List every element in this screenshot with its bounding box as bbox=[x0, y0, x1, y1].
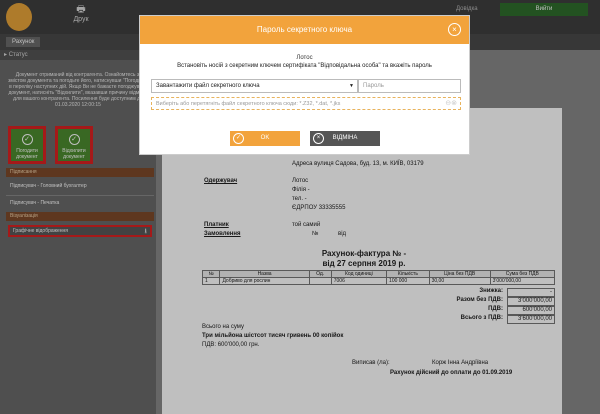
key-source-value: Завантажити файл секретного ключа bbox=[156, 83, 260, 89]
dialog-title: Пароль секретного ключа bbox=[256, 25, 353, 34]
chevron-down-icon: ▼ bbox=[349, 83, 354, 89]
cancel-label: ВІДМІНА bbox=[332, 135, 358, 141]
file-hint: Виберіть або перетягніть файл секретного… bbox=[156, 101, 341, 107]
cancel-button[interactable]: × ВІДМІНА bbox=[310, 131, 380, 146]
key-password-dialog: Пароль секретного ключа × Лотос Встанові… bbox=[139, 15, 470, 155]
ok-button[interactable]: ✓ OK bbox=[230, 131, 300, 146]
dialog-instruction: Встановіть носій з секретним ключем серт… bbox=[177, 63, 432, 69]
check-icon: ✓ bbox=[233, 133, 244, 144]
ok-label: OK bbox=[260, 135, 270, 141]
password-input[interactable]: Пароль bbox=[358, 79, 461, 93]
dialog-header: Пароль секретного ключа × bbox=[140, 16, 469, 44]
key-source-select[interactable]: Завантажити файл секретного ключа ▼ bbox=[151, 79, 358, 93]
close-icon: × bbox=[313, 133, 324, 144]
key-file-dropzone[interactable]: Виберіть або перетягніть файл секретного… bbox=[151, 97, 461, 110]
file-actions-icon: ⊖⊗ bbox=[445, 100, 457, 107]
organization-name: Лотос bbox=[296, 55, 313, 61]
close-icon[interactable]: × bbox=[448, 23, 461, 36]
